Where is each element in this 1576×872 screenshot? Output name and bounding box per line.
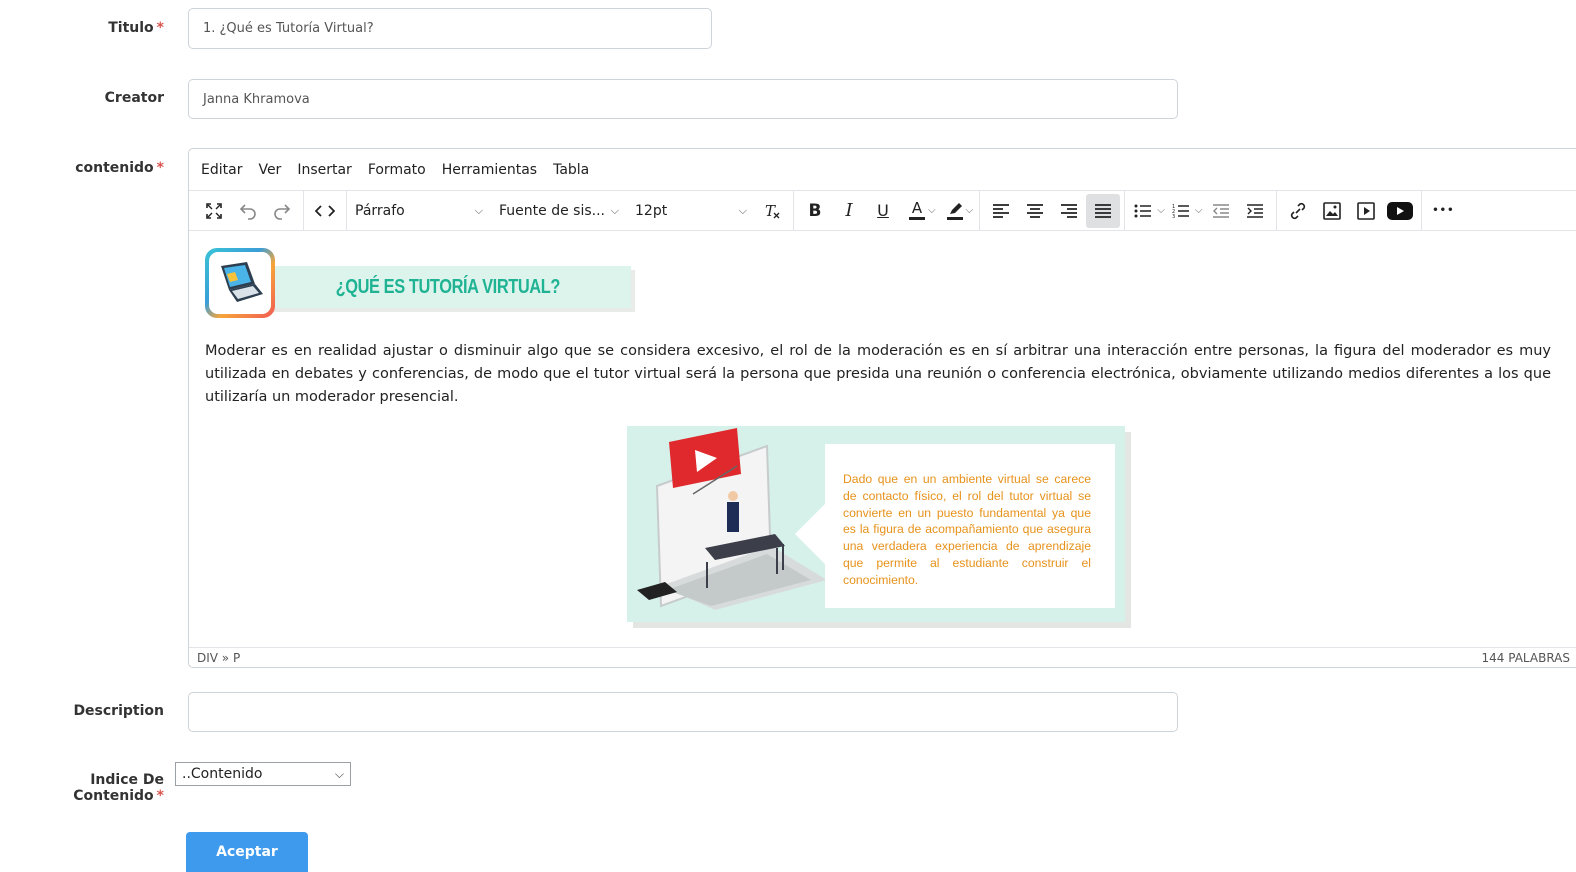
- insert-image-icon[interactable]: [1315, 194, 1349, 228]
- heading-banner-title: ¿QUÉ ES TUTORÍA VIRTUAL?: [335, 275, 561, 298]
- align-center-icon[interactable]: [1018, 194, 1052, 228]
- clear-formatting-icon[interactable]: T: [755, 194, 789, 228]
- source-code-icon[interactable]: [308, 194, 342, 228]
- numbered-list-icon[interactable]: 123: [1167, 194, 1195, 228]
- undo-icon[interactable]: [231, 194, 265, 228]
- more-options-icon[interactable]: •••: [1426, 194, 1460, 228]
- word-count[interactable]: 144 PALABRAS: [1482, 651, 1570, 665]
- illustration-text: Dado que en un ambiente virtual se carec…: [843, 472, 1091, 587]
- description-input[interactable]: [188, 692, 1178, 732]
- creator-input[interactable]: Janna Khramova: [188, 79, 1178, 119]
- svg-text:3: 3: [1172, 214, 1175, 219]
- font-size-dropdown[interactable]: 12pt ⌵: [627, 194, 755, 228]
- index-select[interactable]: ..Contenido ⌵: [175, 762, 351, 786]
- editor-statusbar: DIV » P 144 PALABRAS: [189, 647, 1576, 667]
- underline-button[interactable]: U: [866, 194, 900, 228]
- chevron-down-icon: ⌵: [610, 203, 619, 217]
- indent-icon[interactable]: [1238, 194, 1272, 228]
- title-label: Titulo *: [108, 20, 164, 36]
- content-label: contenido *: [75, 160, 164, 176]
- illustration-image: Dado que en un ambiente virtual se carec…: [627, 426, 1133, 630]
- outdent-icon[interactable]: [1204, 194, 1238, 228]
- chevron-down-icon: ⌵: [334, 766, 344, 781]
- menu-herramientas[interactable]: Herramientas: [434, 162, 545, 178]
- editor-menubar: Editar Ver Insertar Formato Herramientas…: [189, 149, 1576, 191]
- align-right-icon[interactable]: [1052, 194, 1086, 228]
- menu-editar[interactable]: Editar: [193, 162, 250, 178]
- bold-button[interactable]: B: [798, 194, 832, 228]
- heading-banner-bar: ¿QUÉ ES TUTORÍA VIRTUAL?: [265, 266, 631, 308]
- laptop-icon: [205, 248, 275, 318]
- align-justify-icon[interactable]: [1086, 193, 1121, 228]
- align-left-icon[interactable]: [984, 194, 1018, 228]
- chevron-down-icon[interactable]: ⌵: [966, 205, 974, 216]
- link-icon[interactable]: [1281, 194, 1315, 228]
- italic-button[interactable]: I: [832, 194, 866, 228]
- index-select-value: ..Contenido: [182, 766, 263, 782]
- chevron-down-icon[interactable]: ⌵: [928, 205, 936, 216]
- creator-label: Creator: [104, 90, 164, 106]
- index-label: Indice De Contenido *: [73, 772, 164, 804]
- required-mark: *: [156, 20, 164, 36]
- chevron-down-icon[interactable]: ⌵: [1195, 205, 1203, 216]
- font-family-dropdown[interactable]: Fuente de sis... ⌵: [491, 194, 627, 228]
- chevron-down-icon[interactable]: ⌵: [1157, 205, 1165, 216]
- bullet-list-icon[interactable]: [1129, 194, 1157, 228]
- menu-formato[interactable]: Formato: [360, 162, 434, 178]
- chevron-down-icon: ⌵: [474, 203, 483, 217]
- redo-icon[interactable]: [265, 194, 299, 228]
- heading-banner: ¿QUÉ ES TUTORÍA VIRTUAL?: [205, 248, 631, 318]
- block-format-dropdown[interactable]: Párrafo ⌵: [347, 194, 491, 228]
- required-mark: *: [156, 788, 164, 804]
- accept-button[interactable]: Aceptar: [186, 832, 308, 872]
- youtube-icon[interactable]: [1383, 194, 1417, 228]
- description-label: Description: [73, 703, 164, 719]
- menu-ver[interactable]: Ver: [250, 162, 289, 178]
- rich-text-editor[interactable]: Editar Ver Insertar Formato Herramientas…: [188, 148, 1576, 668]
- title-input-value: 1. ¿Qué es Tutoría Virtual?: [203, 21, 374, 36]
- menu-insertar[interactable]: Insertar: [289, 162, 360, 178]
- required-mark: *: [156, 160, 164, 176]
- insert-media-icon[interactable]: [1349, 194, 1383, 228]
- creator-input-value: Janna Khramova: [203, 91, 310, 107]
- element-path[interactable]: DIV » P: [197, 651, 240, 665]
- fullscreen-icon[interactable]: [197, 194, 231, 228]
- menu-tabla[interactable]: Tabla: [545, 162, 597, 178]
- content-paragraph: Moderar es en realidad ajustar o disminu…: [205, 343, 1551, 405]
- editor-toolbar: Párrafo ⌵ Fuente de sis... ⌵ 12pt ⌵ T B …: [189, 191, 1576, 231]
- editor-content-area[interactable]: ¿QUÉ ES TUTORÍA VIRTUAL? Moderar es en r…: [189, 232, 1576, 647]
- chevron-down-icon: ⌵: [738, 203, 747, 217]
- title-input[interactable]: 1. ¿Qué es Tutoría Virtual?: [188, 8, 712, 49]
